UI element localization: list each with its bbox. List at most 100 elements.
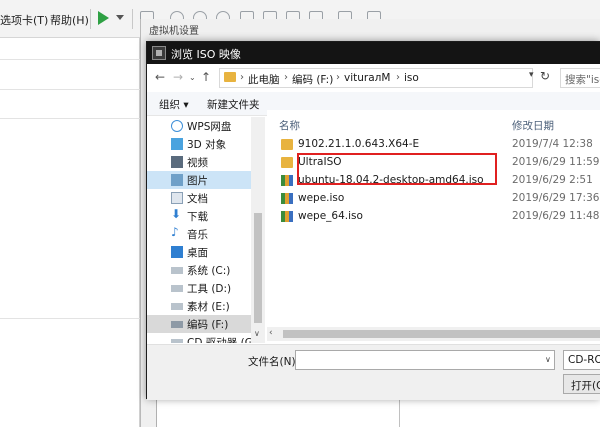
sidebar-scrollbar[interactable]: ∨ bbox=[251, 117, 265, 343]
forward-icon[interactable]: → bbox=[173, 70, 183, 84]
organize-button[interactable]: 组织 ▾ bbox=[159, 97, 189, 112]
vmware-icon bbox=[152, 46, 166, 60]
divider bbox=[0, 318, 140, 319]
file-date: 2019/6/29 11:48 bbox=[512, 210, 600, 222]
sidebar-item-music[interactable]: ♪ 音乐 bbox=[147, 225, 251, 243]
chevron-right-icon[interactable]: › bbox=[240, 72, 244, 83]
chevron-right-icon[interactable]: › bbox=[284, 72, 288, 83]
file-date: 2019/7/4 12:38 bbox=[512, 138, 593, 150]
file-date: 2019/6/29 17:36 bbox=[512, 192, 600, 204]
search-input[interactable]: 搜索"iso" bbox=[560, 68, 600, 88]
chevron-down-icon[interactable] bbox=[116, 15, 124, 20]
breadcrumb-folder[interactable]: viturалM bbox=[344, 72, 390, 84]
horizontal-scrollbar[interactable]: ‹ bbox=[267, 327, 600, 341]
up-icon[interactable]: ↑ bbox=[201, 70, 211, 84]
refresh-icon[interactable]: ↻ bbox=[540, 69, 550, 83]
sidebar-item-label: 视频 bbox=[187, 157, 208, 169]
address-bar[interactable]: › 此电脑 › 编码 (F:) › viturалM › iso bbox=[219, 68, 533, 88]
chevron-right-icon[interactable]: › bbox=[336, 72, 340, 83]
desktop-icon bbox=[171, 246, 183, 258]
toolbar-divider bbox=[132, 9, 133, 29]
iso-file-icon bbox=[281, 193, 293, 204]
sidebar-item-pictures[interactable]: 图片 bbox=[147, 171, 251, 189]
back-icon[interactable]: ← bbox=[155, 70, 165, 84]
file-name: wepe.iso bbox=[298, 192, 345, 204]
sidebar-item-label: 工具 (D:) bbox=[187, 283, 232, 295]
iso-file-icon bbox=[281, 175, 293, 186]
sidebar-item-drive-c[interactable]: 系统 (C:) bbox=[147, 261, 251, 279]
dialog-title: 浏览 ISO 映像 bbox=[171, 48, 241, 61]
sidebar-item-wps-cloud[interactable]: WPS网盘 bbox=[147, 117, 251, 135]
sidebar-item-videos[interactable]: 视频 bbox=[147, 153, 251, 171]
filetype-select[interactable]: CD-ROM bbox=[563, 350, 600, 370]
folder-icon bbox=[224, 72, 236, 82]
vmware-library-panel bbox=[0, 38, 140, 427]
annotation-highlight-box bbox=[297, 153, 497, 185]
folder-icon bbox=[281, 139, 293, 150]
chevron-down-icon[interactable]: ∨ bbox=[254, 329, 260, 338]
sidebar-item-documents[interactable]: 文档 bbox=[147, 189, 251, 207]
sidebar-item-label: 文档 bbox=[187, 193, 208, 205]
divider bbox=[0, 89, 140, 90]
chevron-down-icon[interactable]: ∨ bbox=[545, 355, 551, 364]
breadcrumb-drive[interactable]: 编码 (F:) bbox=[292, 72, 333, 87]
filename-input[interactable] bbox=[295, 350, 555, 370]
cloud-icon bbox=[171, 120, 183, 132]
address-row: ← → ⌄ ↑ › 此电脑 › 编码 (F:) › viturалM › iso… bbox=[147, 64, 600, 92]
divider bbox=[0, 118, 140, 119]
breadcrumb-this-pc[interactable]: 此电脑 bbox=[248, 72, 280, 87]
sidebar-item-3d-objects[interactable]: 3D 对象 bbox=[147, 135, 251, 153]
sidebar-item-drive-d[interactable]: 工具 (D:) bbox=[147, 279, 251, 297]
file-row[interactable]: wepe.iso 2019/6/29 17:36 bbox=[267, 191, 600, 208]
column-header-name[interactable]: 名称 bbox=[279, 118, 300, 133]
chevron-left-icon[interactable]: ‹ bbox=[269, 328, 273, 338]
open-button[interactable]: 打开(O) bbox=[563, 374, 600, 394]
scrollbar-thumb[interactable] bbox=[283, 330, 600, 338]
drive-icon bbox=[171, 267, 183, 274]
sidebar-item-drive-e[interactable]: 素材 (E:) bbox=[147, 297, 251, 315]
menu-tabs[interactable]: 选项卡(T) bbox=[0, 12, 48, 28]
music-icon: ♪ bbox=[171, 225, 179, 239]
breadcrumb-iso[interactable]: iso bbox=[404, 72, 419, 84]
sidebar-item-label: 素材 (E:) bbox=[187, 301, 230, 313]
chevron-down-icon[interactable]: ▾ bbox=[529, 70, 534, 80]
sidebar-item-label: 3D 对象 bbox=[187, 139, 227, 151]
search-placeholder: 搜索"iso" bbox=[565, 74, 600, 86]
column-header-modified[interactable]: 修改日期 bbox=[512, 118, 554, 133]
cd-drive-icon bbox=[171, 339, 183, 343]
drive-icon bbox=[171, 321, 183, 328]
dialog-titlebar: 浏览 ISO 映像 bbox=[147, 42, 600, 64]
file-date: 2019/6/29 2:51 bbox=[512, 174, 593, 186]
sidebar-item-label: 编码 (F:) bbox=[187, 319, 229, 331]
sidebar-item-label: 下载 bbox=[187, 211, 208, 223]
file-row[interactable]: 9102.21.1.0.643.X64-E 2019/7/4 12:38 bbox=[267, 137, 600, 154]
toolbar-divider bbox=[90, 9, 91, 29]
picture-icon bbox=[171, 174, 183, 186]
new-folder-button[interactable]: 新建文件夹 bbox=[207, 97, 260, 112]
document-icon bbox=[171, 192, 183, 204]
play-icon[interactable] bbox=[98, 11, 109, 25]
video-icon bbox=[171, 156, 183, 168]
open-button-label: 打开(O) bbox=[571, 380, 600, 392]
settings-panel bbox=[156, 397, 600, 427]
sidebar-item-label: 系统 (C:) bbox=[187, 265, 231, 277]
iso-file-icon bbox=[281, 211, 293, 222]
dialog-footer: 文件名(N): ∨ CD-ROM 打开(O) bbox=[147, 344, 600, 400]
cube-icon bbox=[171, 138, 183, 150]
file-name: wepe_64.iso bbox=[298, 210, 363, 222]
chevron-right-icon[interactable]: › bbox=[396, 72, 400, 83]
scrollbar-thumb[interactable] bbox=[254, 213, 262, 323]
sidebar-item-cd-drive[interactable]: CD 驱动器 (G:) bbox=[147, 333, 260, 343]
sidebar-item-drive-f[interactable]: 编码 (F:) bbox=[147, 315, 251, 333]
sidebar-item-label: 音乐 bbox=[187, 229, 208, 241]
drive-icon bbox=[171, 285, 183, 292]
drive-icon bbox=[171, 303, 183, 310]
chevron-down-icon[interactable]: ⌄ bbox=[189, 73, 196, 82]
sidebar-item-downloads[interactable]: ⬇ 下载 bbox=[147, 207, 251, 225]
menu-help[interactable]: 帮助(H) bbox=[50, 12, 89, 28]
sidebar-item-desktop[interactable]: 桌面 bbox=[147, 243, 251, 261]
sidebar-item-label: WPS网盘 bbox=[187, 121, 232, 133]
folder-icon bbox=[281, 157, 293, 168]
file-row[interactable]: wepe_64.iso 2019/6/29 11:48 bbox=[267, 209, 600, 226]
filetype-value: CD-ROM bbox=[568, 354, 600, 366]
